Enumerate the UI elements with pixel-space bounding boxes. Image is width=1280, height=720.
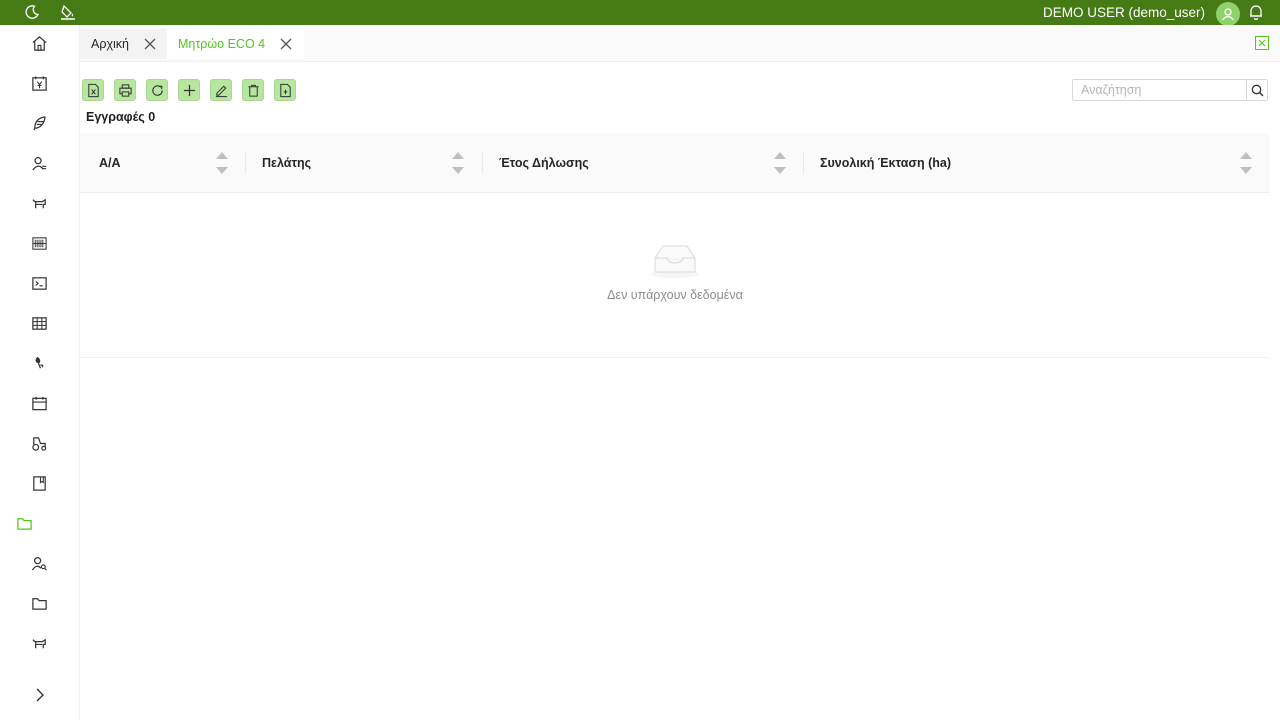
search-box <box>1072 79 1268 101</box>
sidebar-item-user-search[interactable] <box>0 543 79 583</box>
sidebar-item-feather[interactable] <box>0 103 79 143</box>
user-list-icon <box>32 156 47 170</box>
avatar[interactable] <box>1216 2 1240 26</box>
refresh-button[interactable] <box>146 79 168 101</box>
column-divider <box>803 152 804 174</box>
sidebar-item-book[interactable] <box>0 463 79 503</box>
close-icon <box>280 38 292 50</box>
top-bar: DEMO USER (demo_user) <box>0 0 1280 26</box>
user-search-icon <box>31 556 47 571</box>
sidebar-item-table[interactable] <box>0 303 79 343</box>
excel-file-icon <box>87 83 99 97</box>
empty-text: Δεν υπάρχουν δεδομένα <box>607 288 743 302</box>
column-header-customer[interactable]: Πελάτης <box>262 133 482 193</box>
pencil-icon <box>215 85 227 97</box>
close-tab-button[interactable] <box>143 37 157 51</box>
column-divider <box>482 152 483 174</box>
sidebar-item-users[interactable] <box>0 143 79 183</box>
tractor-icon <box>32 436 47 451</box>
tabs-bar: Αρχική Μητρώο ECO 4 <box>80 25 1280 62</box>
column-header-declaration-year[interactable]: Έτος Δήλωσης <box>499 133 799 193</box>
plus-icon <box>183 84 195 96</box>
sidebar-item-invoices[interactable] <box>0 63 79 103</box>
search-input[interactable] <box>1073 80 1246 100</box>
sort-icon[interactable] <box>1240 152 1252 174</box>
sidebar-item-home[interactable] <box>0 23 79 63</box>
sidebar-collapse-button[interactable] <box>30 685 50 705</box>
export-excel-button[interactable] <box>82 79 104 101</box>
terminal-icon <box>32 276 47 290</box>
sidebar-item-folder[interactable] <box>0 583 79 623</box>
search-icon <box>1251 84 1263 96</box>
sidebar-item-livestock[interactable] <box>0 183 79 223</box>
seed-icon <box>35 356 44 368</box>
printer-icon <box>118 83 132 97</box>
tab-label: Αρχική <box>91 37 129 51</box>
column-header-total-area[interactable]: Συνολική Έκταση (ha) <box>820 133 1220 193</box>
sort-icon[interactable] <box>774 152 786 174</box>
table-header: Α/Α Πελάτης Έτος Δήλωσης Συνολική Έκταση… <box>80 133 1270 193</box>
sidebar-item-seeds[interactable] <box>0 343 79 383</box>
calendar-icon <box>32 396 47 410</box>
invoice-icon <box>32 75 47 91</box>
add-button[interactable] <box>178 79 200 101</box>
tab-eco4-registry[interactable]: Μητρώο ECO 4 <box>167 29 305 59</box>
column-header-label: Α/Α <box>99 156 121 170</box>
folder-icon <box>17 517 32 530</box>
column-header-label: Πελάτης <box>262 156 312 170</box>
sidebar-item-calendar[interactable] <box>0 383 79 423</box>
table-icon <box>32 316 47 330</box>
trash-icon <box>247 84 259 97</box>
livestock-icon <box>32 198 46 208</box>
edit-button[interactable] <box>210 79 232 101</box>
close-all-tabs-button[interactable] <box>1255 36 1269 50</box>
theme-paint-icon[interactable] <box>59 3 77 21</box>
sidebar-item-livestock-2[interactable] <box>0 623 79 663</box>
sidebar-item-barcode[interactable] <box>0 223 79 263</box>
sidebar-item-folder-active[interactable] <box>0 503 79 543</box>
folder-icon <box>32 597 47 610</box>
tab-label: Μητρώο ECO 4 <box>178 37 266 51</box>
user-name[interactable]: DEMO USER (demo_user) <box>1043 5 1205 20</box>
print-button[interactable] <box>114 79 136 101</box>
feather-icon <box>33 115 46 130</box>
close-tab-button[interactable] <box>279 37 293 51</box>
empty-inbox-icon <box>651 245 699 278</box>
sidebar-item-tractor[interactable] <box>0 423 79 463</box>
tab-home[interactable]: Αρχική <box>80 29 168 59</box>
file-export-icon <box>279 83 291 97</box>
column-divider <box>245 152 246 174</box>
column-header-label: Συνολική Έκταση (ha) <box>820 156 951 170</box>
barcode-icon <box>32 236 47 250</box>
livestock-icon <box>32 638 46 648</box>
notifications-bell-icon[interactable] <box>1248 3 1264 21</box>
refresh-icon <box>151 84 163 96</box>
export-file-button[interactable] <box>274 79 296 101</box>
close-icon <box>1258 39 1266 47</box>
records-count: Εγγραφές 0 <box>86 110 156 124</box>
table-empty-state: Δεν υπάρχουν δεδομένα <box>80 194 1270 358</box>
dark-mode-moon-icon[interactable] <box>23 3 41 21</box>
sort-icon[interactable] <box>452 152 464 174</box>
column-header-label: Έτος Δήλωσης <box>499 156 589 170</box>
delete-button[interactable] <box>242 79 264 101</box>
sidebar <box>0 25 80 720</box>
search-button[interactable] <box>1246 80 1267 100</box>
book-icon <box>33 475 46 491</box>
chevron-right-icon <box>36 688 44 702</box>
home-icon <box>32 35 47 51</box>
sort-icon[interactable] <box>216 152 228 174</box>
sidebar-item-terminal[interactable] <box>0 263 79 303</box>
close-icon <box>144 38 156 50</box>
